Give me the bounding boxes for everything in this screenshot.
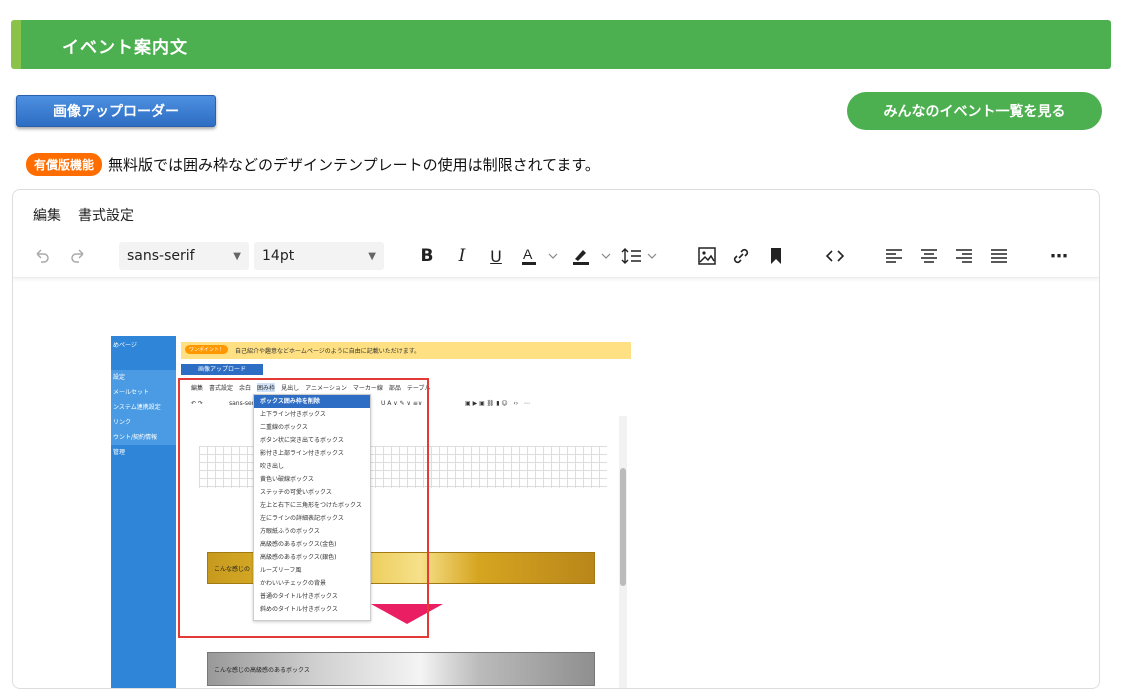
bold-icon[interactable]: B bbox=[416, 234, 438, 278]
align-center-icon[interactable] bbox=[918, 234, 940, 278]
underline-icon[interactable]: U bbox=[485, 234, 507, 278]
editor-menubar: 編集 書式設定 bbox=[33, 205, 134, 225]
align-right-icon[interactable] bbox=[953, 234, 975, 278]
embedded-screenshot-image: めページ 設定 メールセット ンステム連携設定 リンク ウント/契約情報 管理 … bbox=[111, 336, 634, 688]
shot-insert-icons: ▣ ▶ ▣ ⛓ ▮ ☺ ‹› ⋯ bbox=[465, 400, 530, 407]
svg-text:A: A bbox=[523, 246, 533, 262]
shot-sidebar-item: メールセット bbox=[111, 385, 176, 400]
shot-upload-button: 画像アップロード bbox=[181, 364, 263, 375]
font-family-select[interactable]: sans-serif ▼ bbox=[119, 242, 249, 270]
editor-toolbar: sans-serif ▼ 14pt ▼ B I U A ⋯ bbox=[13, 234, 1099, 278]
section-title: イベント案内文 bbox=[62, 38, 188, 58]
shot-sidebar-item: リンク bbox=[111, 415, 176, 430]
highlight-color-icon[interactable] bbox=[570, 234, 612, 278]
rich-text-editor: 編集 書式設定 sans-serif ▼ 14pt ▼ B I U A ⋯ めペ… bbox=[12, 189, 1100, 689]
shot-warning-bar: ワンポイント！ 自己紹介や趣意などホームページのように自由に記載いただけます。 bbox=[181, 342, 631, 359]
redo-icon[interactable] bbox=[65, 234, 91, 278]
link-icon[interactable] bbox=[729, 234, 753, 278]
code-icon[interactable] bbox=[823, 234, 847, 278]
shot-sidebar-item: ウント/契約情報 bbox=[111, 430, 176, 445]
line-height-icon[interactable] bbox=[620, 234, 660, 278]
chevron-down-icon: ▼ bbox=[233, 250, 241, 262]
paid-feature-notice: 有償版機能 無料版では囲み枠などのデザインテンプレートの使用は制限されてます。 bbox=[26, 153, 600, 176]
shot-silver-box: こんな感じの高級感のあるボックス bbox=[207, 652, 595, 686]
view-all-events-button[interactable]: みんなのイベント一覧を見る bbox=[847, 92, 1102, 130]
image-uploader-button[interactable]: 画像アップローダー bbox=[16, 95, 216, 127]
notice-text: 無料版では囲み枠などのデザインテンプレートの使用は制限されてます。 bbox=[108, 156, 600, 174]
undo-icon[interactable] bbox=[29, 234, 55, 278]
shot-sidebar-item: めページ bbox=[113, 342, 137, 349]
shot-sidebar-item: 管理 bbox=[113, 449, 126, 456]
bookmark-icon[interactable] bbox=[765, 234, 787, 278]
menu-edit[interactable]: 編集 bbox=[33, 205, 61, 225]
shot-sidebar-item: ンステム連携設定 bbox=[111, 400, 176, 415]
align-left-icon[interactable] bbox=[883, 234, 905, 278]
shot-sidebar-item: 設定 bbox=[111, 370, 176, 385]
shot-warning-pill: ワンポイント！ bbox=[185, 345, 229, 354]
font-family-value: sans-serif bbox=[127, 248, 195, 264]
shot-warning-text: 自己紹介や趣意などホームページのように自由に記載いただけます。 bbox=[235, 348, 421, 355]
shot-highlight-frame bbox=[178, 378, 429, 638]
shot-silver-box-text: こんな感じの高級感のあるボックス bbox=[214, 667, 310, 674]
shot-sidebar: めページ 設定 メールセット ンステム連携設定 リンク ウント/契約情報 管理 bbox=[111, 336, 176, 688]
shot-scrollbar bbox=[619, 416, 627, 688]
paid-feature-badge: 有償版機能 bbox=[26, 153, 103, 176]
chevron-down-icon: ▼ bbox=[368, 250, 376, 262]
more-icon[interactable]: ⋯ bbox=[1046, 234, 1072, 278]
section-header: イベント案内文 bbox=[11, 20, 1111, 69]
font-size-value: 14pt bbox=[262, 248, 295, 264]
image-icon[interactable] bbox=[695, 234, 719, 278]
text-color-icon[interactable]: A bbox=[519, 234, 559, 278]
shot-scroll-thumb bbox=[620, 468, 626, 586]
font-size-select[interactable]: 14pt ▼ bbox=[254, 242, 384, 270]
justify-icon[interactable] bbox=[988, 234, 1010, 278]
menu-format[interactable]: 書式設定 bbox=[78, 205, 134, 225]
italic-icon[interactable]: I bbox=[451, 234, 473, 278]
